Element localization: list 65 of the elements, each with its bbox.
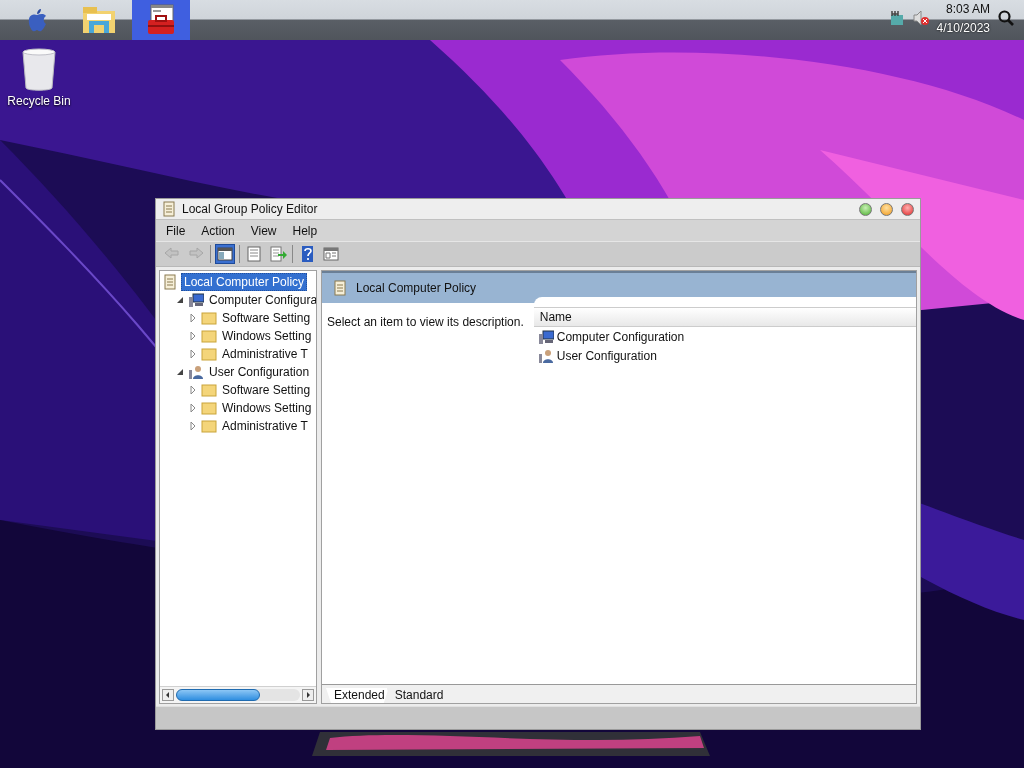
scrollbar-thumb[interactable] — [176, 689, 261, 701]
user-icon — [188, 364, 204, 380]
menu-item[interactable]: File — [160, 221, 192, 240]
panel-icon — [216, 245, 234, 263]
expand-arrow-icon[interactable] — [188, 385, 198, 395]
toolbox-icon — [146, 4, 176, 36]
expand-arrow-icon[interactable] — [188, 421, 198, 431]
tree-item[interactable]: User Configuration — [207, 364, 312, 380]
expand-arrow-icon[interactable] — [188, 349, 198, 359]
menu-item[interactable]: Help — [286, 221, 324, 240]
clock-date: 4/10/2023 — [936, 21, 990, 36]
expand-arrow-icon[interactable] — [188, 313, 198, 323]
desktop-icon-label[interactable]: Recycle Bin — [7, 94, 71, 108]
clock-time: 8:03 AM — [945, 2, 990, 17]
export-list-icon — [269, 245, 287, 263]
folder-icon — [201, 346, 217, 362]
list-item[interactable]: User Configuration — [556, 348, 657, 363]
folder-icon — [201, 418, 217, 434]
scroll-left-button[interactable] — [162, 689, 174, 701]
folder-icon — [201, 328, 217, 344]
folder-icon — [201, 310, 217, 326]
panel-button[interactable] — [321, 244, 341, 264]
list-item[interactable]: Computer Configuration — [556, 329, 685, 344]
pane-title: Local Computer Policy — [356, 281, 477, 295]
window-title: Local Group Policy Editor — [182, 202, 318, 216]
apple-icon — [26, 8, 48, 32]
computer-icon — [188, 292, 204, 308]
tree-item[interactable]: Windows Setting — [220, 328, 314, 344]
export-list-button[interactable] — [268, 244, 288, 264]
user-icon — [537, 347, 554, 364]
collapse-arrow-icon[interactable] — [175, 367, 185, 377]
document-icon — [245, 245, 263, 263]
policy-icon — [162, 201, 176, 217]
computer-icon — [537, 328, 554, 345]
panel-button[interactable] — [215, 244, 235, 264]
tree-item[interactable]: Software Setting — [220, 310, 313, 326]
folder-icon — [82, 5, 116, 35]
scroll-right-button[interactable] — [302, 689, 314, 701]
menu-item[interactable]: Action — [195, 221, 241, 240]
taskbar-app[interactable] — [132, 0, 190, 40]
panel-icon — [322, 245, 340, 263]
description-text: Select an item to view its description. — [326, 314, 525, 331]
tree-item[interactable]: Windows Setting — [220, 400, 314, 416]
folder-icon — [201, 382, 217, 398]
search-icon[interactable] — [998, 10, 1014, 26]
document-button[interactable] — [244, 244, 264, 264]
folder-icon — [201, 400, 217, 416]
tree-item[interactable]: Administrative T — [220, 418, 310, 434]
view-tab[interactable]: Extended — [326, 688, 389, 703]
policy-icon — [332, 280, 348, 296]
maximize-button[interactable] — [859, 202, 872, 216]
tree-item[interactable]: Local Computer Policy — [181, 273, 308, 291]
speaker-muted-icon[interactable] — [912, 10, 929, 26]
policy-icon — [162, 274, 178, 290]
network-icon[interactable] — [888, 10, 905, 26]
expand-arrow-icon[interactable] — [188, 403, 198, 413]
menu-item[interactable]: View — [244, 221, 283, 240]
column-header[interactable]: Name — [533, 307, 916, 327]
minimize-button[interactable] — [880, 202, 893, 216]
tree-item[interactable]: Administrative T — [220, 346, 310, 362]
close-button[interactable] — [901, 202, 914, 216]
collapse-arrow-icon[interactable] — [175, 295, 185, 305]
recycle-bin-icon[interactable] — [21, 48, 57, 92]
tree-item[interactable]: Software Setting — [220, 382, 313, 398]
expand-arrow-icon[interactable] — [188, 331, 198, 341]
